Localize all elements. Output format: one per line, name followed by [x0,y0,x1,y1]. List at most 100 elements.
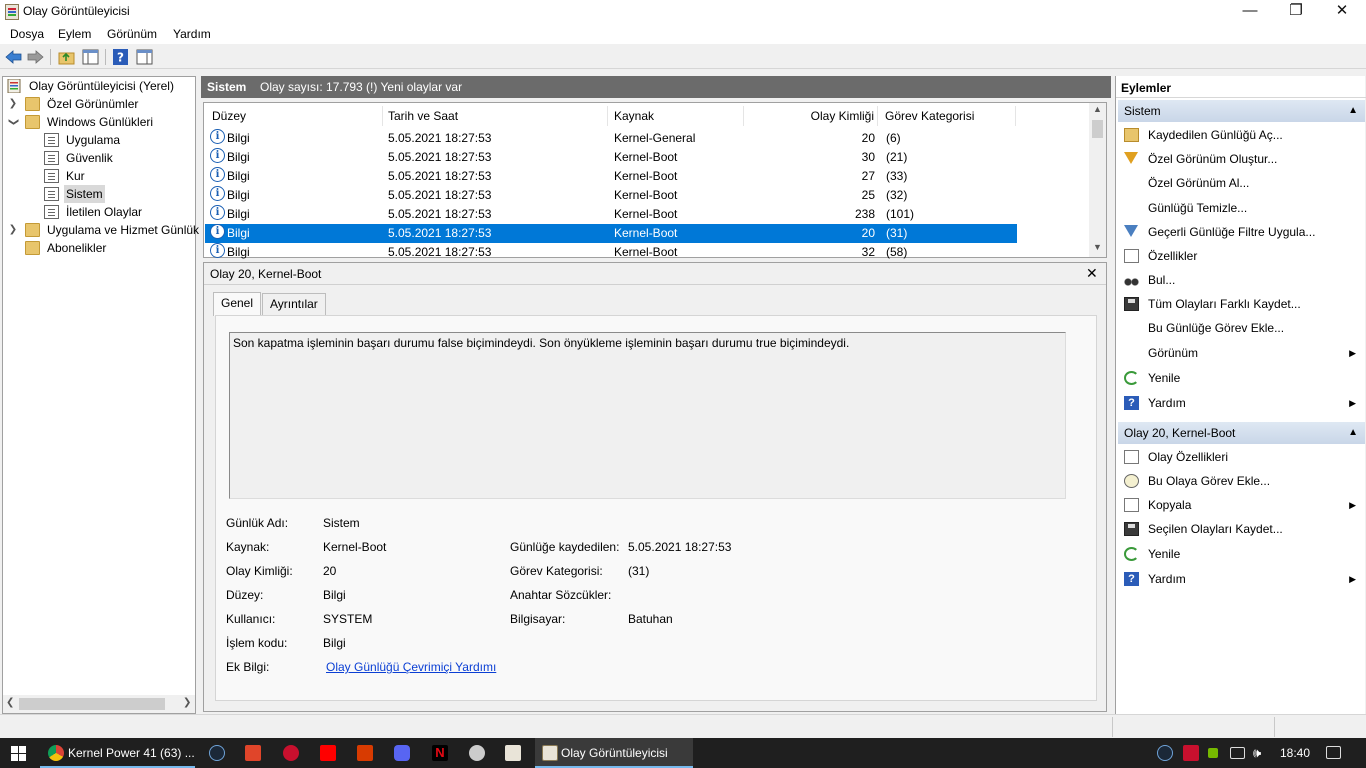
expand-arrow-icon[interactable]: ❯ [8,95,18,113]
action-item[interactable]: Geçerli Günlüğe Filtre Uygula... [1118,221,1364,243]
filter-create-icon [1124,152,1138,164]
cell-task-category: (32) [886,188,908,202]
column-header-level[interactable]: Düzey [207,106,383,126]
tray-nvidia-icon[interactable] [1208,748,1218,758]
submenu-arrow-icon: ▶ [1349,574,1356,584]
cell-datetime: 5.05.2021 18:27:53 [388,131,492,145]
show-hide-tree-icon[interactable] [82,49,99,65]
close-button[interactable]: ✕ [1319,0,1365,24]
toolbar-separator [105,49,106,65]
folder-icon [25,97,40,111]
column-header-datetime[interactable]: Tarih ve Saat [383,106,608,126]
action-item[interactable]: ? Yardım ▶ [1118,568,1364,590]
log-icon [44,187,59,201]
volume-icon[interactable]: 🕪 [1253,745,1269,761]
cell-event-id: 30 [861,150,875,164]
table-row[interactable]: i Bilgi 5.05.2021 18:27:53 Kernel-Boot 25 (32… [205,186,1017,205]
action-item[interactable]: Bu Olaya Görev Ekle... [1118,470,1364,492]
taskbar-clock[interactable]: 18:40 [1280,738,1310,768]
action-item[interactable]: Günlüğü Temizle... [1118,197,1364,219]
table-row[interactable]: i Bilgi 5.05.2021 18:27:53 Kernel-Boot 238 (1… [205,205,1017,224]
steam-icon[interactable] [209,745,225,761]
back-arrow-icon[interactable] [5,49,22,65]
action-item[interactable]: Yenile [1118,367,1364,389]
action-item[interactable]: Yenile [1118,543,1364,565]
log-icon [44,151,59,165]
menu-eylem[interactable]: Eylem [58,27,91,41]
minimize-button[interactable]: — [1227,0,1273,24]
tab-general[interactable]: Genel [213,292,262,316]
action-item[interactable]: Tüm Olayları Farklı Kaydet... [1118,293,1364,315]
scroll-left-arrow-icon[interactable]: ❮ [6,697,14,708]
column-header-source[interactable]: Kaynak [608,106,744,126]
collapse-up-icon[interactable]: ▲ [1348,422,1358,444]
table-row[interactable]: i Bilgi 5.05.2021 18:27:53 Kernel-Boot 30 (21… [205,148,1017,167]
action-item[interactable]: ? Yardım ▶ [1118,392,1364,414]
netflix-icon[interactable]: N [432,745,448,761]
action-item[interactable]: Olay Özellikleri [1118,446,1364,468]
action-label: Tüm Olayları Farklı Kaydet... [1148,297,1301,311]
table-row[interactable]: i Bilgi 5.05.2021 18:27:53 Kernel-Boot 32 (58… [205,243,1017,262]
tray-security-icon[interactable] [1183,745,1199,761]
network-icon[interactable] [1230,747,1245,759]
event-viewer-pinned-icon[interactable] [505,745,521,761]
table-row[interactable]: i Bilgi 5.05.2021 18:27:53 Kernel-Boot 20 (31… [205,224,1017,243]
action-item[interactable]: Görünüm ▶ [1118,342,1364,364]
action-item[interactable]: Bul... [1118,269,1364,291]
actions-section-system[interactable]: Sistem ▲ [1118,100,1365,122]
up-folder-icon[interactable] [58,49,75,65]
menu-dosya[interactable]: Dosya [10,27,44,41]
event-description[interactable]: Son kapatma işleminin başarı durumu fals… [229,332,1066,499]
table-row[interactable]: i Bilgi 5.05.2021 18:27:53 Kernel-General 20… [205,129,1017,148]
open-log-icon [1124,128,1139,142]
taskbar-chrome-window[interactable]: Kernel Power 41 (63) ... [40,738,195,768]
cell-task-category: (101) [886,207,915,221]
refresh-icon [1124,547,1139,561]
windows-start-icon[interactable] [11,746,26,761]
action-item[interactable]: Bu Günlüğe Görev Ekle... [1118,317,1364,339]
actions-section-event[interactable]: Olay 20, Kernel-Boot ▲ [1118,422,1365,444]
cell-level: Bilgi [227,150,250,164]
collapse-up-icon[interactable]: ▲ [1348,100,1358,122]
menu-gorunum[interactable]: Görünüm [107,27,157,41]
action-item[interactable]: Kaydedilen Günlüğü Aç... [1118,124,1364,146]
action-item[interactable]: Kopyala ▶ [1118,494,1364,516]
action-item[interactable]: Seçilen Olayları Kaydet... [1118,518,1364,540]
menu-bar: Dosya Eylem Görünüm Yardım [0,24,1366,44]
show-hide-action-pane-icon[interactable] [136,49,153,65]
action-item[interactable]: Özel Görünüm Oluştur... [1118,148,1364,170]
forward-arrow-icon[interactable] [27,49,44,65]
scroll-up-arrow-icon[interactable]: ▲ [1093,104,1102,114]
column-header-task-category[interactable]: Görev Kategorisi [878,106,1016,126]
app-icon[interactable] [469,745,485,761]
table-row[interactable]: i Bilgi 5.05.2021 18:27:53 Kernel-Boot 27 (33… [205,167,1017,186]
scroll-right-arrow-icon[interactable]: ❯ [183,697,191,708]
scrollbar-thumb[interactable] [19,698,165,710]
tray-steam-icon[interactable] [1157,745,1173,761]
event-list-vertical-scrollbar[interactable]: ▲ ▼ [1089,103,1106,257]
help-icon[interactable]: ? [112,49,129,65]
window-title: Olay Görüntüleyicisi [23,4,130,18]
scrollbar-thumb[interactable] [1092,120,1103,138]
office-icon[interactable] [357,745,373,761]
scroll-down-arrow-icon[interactable]: ▼ [1093,242,1102,252]
restore-button[interactable]: ❐ [1273,0,1319,24]
opera-gx-icon[interactable] [283,745,299,761]
menu-yardim[interactable]: Yardım [173,27,211,41]
column-header-event-id[interactable]: Olay Kimliği [744,106,878,126]
collapse-arrow-icon[interactable]: ❯ [4,117,22,127]
action-label: Geçerli Günlüğe Filtre Uygula... [1148,225,1316,239]
youtube-icon[interactable] [320,745,336,761]
action-item[interactable]: Özellikler [1118,245,1364,267]
online-help-link[interactable]: Olay Günlüğü Çevrimiçi Yardımı [326,660,496,674]
action-item[interactable]: Özel Görünüm Al... [1118,172,1364,194]
ccleaner-icon[interactable] [245,745,261,761]
taskbar-event-viewer-window[interactable]: Olay Görüntüleyicisi [535,738,693,768]
cell-source: Kernel-Boot [614,207,678,221]
tree-horizontal-scrollbar[interactable]: ❮ ❯ [3,695,195,713]
expand-arrow-icon[interactable]: ❯ [8,221,18,239]
discord-icon[interactable] [394,745,410,761]
tab-details[interactable]: Ayrıntılar [262,293,326,315]
close-detail-icon[interactable]: ✕ [1086,265,1098,282]
notifications-icon[interactable] [1326,746,1341,759]
